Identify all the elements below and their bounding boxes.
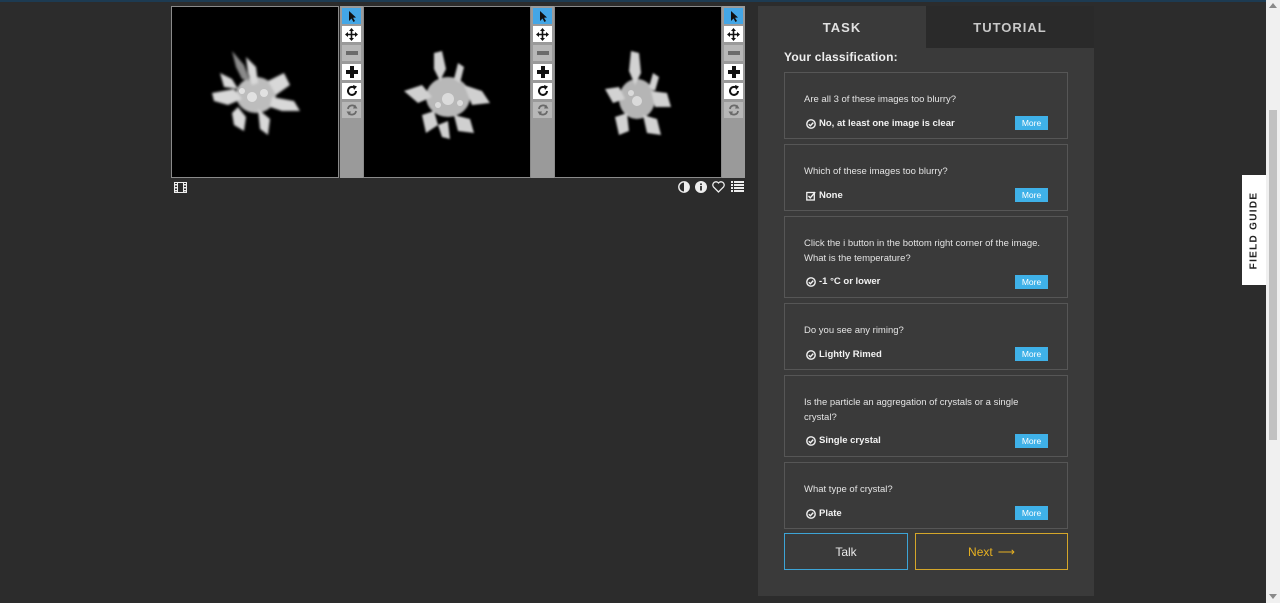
crystal-2-graphic [404, 51, 490, 139]
question-text: Click the i button in the bottom right c… [804, 238, 1041, 264]
question-text: What type of crystal? [804, 484, 893, 495]
arrow-right-icon: ⟶ [997, 544, 1015, 559]
tab-task[interactable]: TASK [758, 6, 926, 48]
rotate-icon[interactable] [533, 83, 552, 99]
answer-text: Lightly Rimed [819, 349, 882, 360]
more-button[interactable]: More [1015, 275, 1048, 289]
answer-row: Single crystal [806, 435, 881, 446]
zoom-in-icon[interactable] [533, 64, 552, 80]
image-3-toolbar [722, 6, 745, 178]
crystal-image-2[interactable] [363, 6, 531, 178]
tab-tutorial[interactable]: TUTORIAL [926, 6, 1094, 48]
zoom-out-icon[interactable] [342, 45, 361, 61]
answer-text: -1 °C or lower [819, 276, 881, 287]
image-2-toolbar [531, 6, 554, 178]
move-icon[interactable] [342, 26, 361, 42]
summary-card-blurry-all: Are all 3 of these images too blurry? No… [784, 72, 1068, 139]
more-button[interactable]: More [1015, 347, 1048, 361]
answer-row: None [806, 190, 843, 201]
scrollbar-thumb[interactable] [1269, 110, 1277, 440]
pointer-icon[interactable] [724, 8, 743, 24]
top-accent-line [0, 0, 1280, 2]
scroll-down-arrow-icon[interactable] [1269, 594, 1277, 599]
summary-card-riming: Do you see any riming? Lightly Rimed Mor… [784, 303, 1068, 370]
question-text: Which of these images too blurry? [804, 166, 948, 177]
zoom-out-icon[interactable] [533, 45, 552, 61]
summary-card-blurry-which: Which of these images too blurry? None M… [784, 144, 1068, 211]
radio-check-icon [806, 435, 816, 446]
next-label: Next [968, 544, 993, 559]
more-button[interactable]: More [1015, 506, 1048, 520]
radio-check-icon [806, 508, 816, 519]
classification-heading: Your classification: [784, 50, 898, 64]
crystal-image-1[interactable] [171, 6, 339, 178]
reset-icon[interactable] [724, 102, 743, 118]
move-icon[interactable] [533, 26, 552, 42]
reset-icon[interactable] [533, 102, 552, 118]
summary-card-temperature: Click the i button in the bottom right c… [784, 216, 1068, 298]
pointer-icon[interactable] [533, 8, 552, 24]
move-icon[interactable] [724, 26, 743, 42]
question-text: Is the particle an aggregation of crysta… [804, 397, 1019, 423]
field-guide-label: FIELD GUIDE [1248, 191, 1260, 269]
zoom-in-icon[interactable] [342, 64, 361, 80]
summary-card-aggregation: Is the particle an aggregation of crysta… [784, 375, 1068, 457]
more-button[interactable]: More [1015, 116, 1048, 130]
contrast-icon[interactable] [677, 180, 690, 193]
more-button[interactable]: More [1015, 188, 1048, 202]
answer-text: No, at least one image is clear [819, 118, 955, 129]
zoom-in-icon[interactable] [724, 64, 743, 80]
question-text: Are all 3 of these images too blurry? [804, 94, 957, 105]
answer-row: Plate [806, 508, 842, 519]
film-strip-icon[interactable] [174, 181, 187, 194]
radio-check-icon [806, 276, 816, 287]
radio-check-icon [806, 349, 816, 360]
zoom-out-icon[interactable] [724, 45, 743, 61]
talk-button[interactable]: Talk [784, 533, 908, 570]
reset-icon[interactable] [342, 102, 361, 118]
answer-row: -1 °C or lower [806, 276, 880, 287]
summary-card-crystal-type: What type of crystal? Plate More [784, 462, 1068, 529]
image-1-toolbar [340, 6, 363, 178]
pointer-icon[interactable] [342, 8, 361, 24]
page-scrollbar[interactable] [1266, 0, 1280, 603]
collections-icon[interactable] [731, 180, 744, 193]
radio-check-icon [806, 118, 816, 129]
task-panel: TASK TUTORIAL Your classification: Are a… [758, 6, 1094, 596]
question-text: Do you see any riming? [804, 325, 904, 336]
crystal-image-3[interactable] [554, 6, 722, 178]
next-button[interactable]: Next ⟶ [915, 533, 1068, 570]
answer-text: None [819, 190, 843, 201]
answer-row: Lightly Rimed [806, 349, 882, 360]
more-button[interactable]: More [1015, 434, 1048, 448]
answer-text: Plate [819, 508, 842, 519]
checkbox-check-icon [806, 191, 816, 201]
crystal-1-graphic [212, 51, 300, 135]
heart-icon[interactable] [712, 180, 725, 193]
answer-row: No, at least one image is clear [806, 118, 955, 129]
rotate-icon[interactable] [342, 83, 361, 99]
answer-text: Single crystal [819, 435, 881, 446]
field-guide-tab[interactable]: FIELD GUIDE [1242, 175, 1266, 285]
info-icon[interactable] [694, 180, 707, 193]
crystal-3-graphic [605, 51, 671, 135]
scroll-up-arrow-icon[interactable] [1269, 3, 1277, 8]
rotate-icon[interactable] [724, 83, 743, 99]
